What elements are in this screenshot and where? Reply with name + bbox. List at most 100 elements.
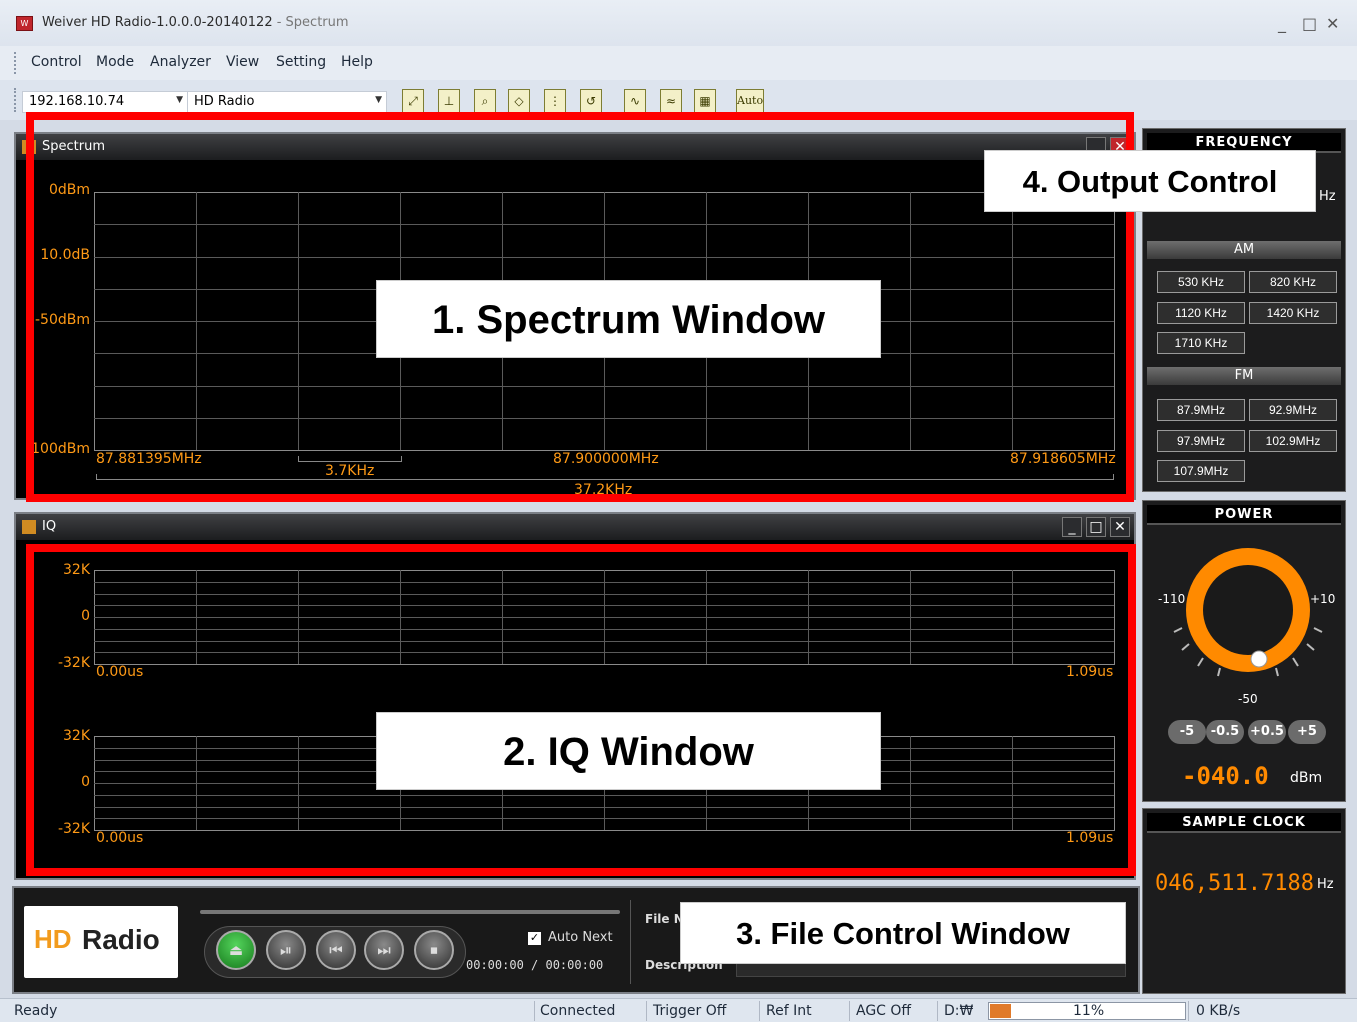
power-unit: dBm xyxy=(1290,770,1323,786)
power-mid: -50 xyxy=(1238,692,1258,706)
knob-handle[interactable] xyxy=(1250,650,1268,668)
grid-icon[interactable]: ▦ xyxy=(694,89,716,113)
step-back-icon[interactable]: ⏮ xyxy=(316,930,356,970)
status-separator xyxy=(849,1001,850,1021)
knob-center xyxy=(1203,565,1293,655)
fm-band-label: FM xyxy=(1147,367,1341,385)
sample-clock-unit: Hz xyxy=(1317,877,1334,892)
maximize-icon[interactable]: □ xyxy=(1086,517,1106,537)
status-separator xyxy=(937,1001,938,1021)
fm-preset-92-9[interactable]: 92.9MHz xyxy=(1249,399,1337,421)
zoom-x-icon[interactable]: ⊥ xyxy=(438,89,460,113)
bars-icon[interactable]: ⋮ xyxy=(544,89,566,113)
disk-progress-text: 11% xyxy=(1073,1003,1105,1019)
step-forward-icon[interactable]: ⏭ xyxy=(364,930,404,970)
menu-setting[interactable]: Setting xyxy=(276,54,326,70)
hd-logo-text: Radio xyxy=(82,924,160,955)
menu-bar: Control Mode Analyzer View Setting Help xyxy=(0,46,1357,80)
status-separator xyxy=(534,1001,535,1021)
sample-clock-header: SAMPLE CLOCK xyxy=(1147,813,1341,833)
power-knob[interactable] xyxy=(1160,540,1336,710)
status-connected: Connected xyxy=(540,1003,616,1019)
menu-analyzer[interactable]: Analyzer xyxy=(150,54,211,70)
menu-view[interactable]: View xyxy=(226,54,259,70)
auto-next-checkbox[interactable]: ✓ xyxy=(528,932,541,945)
maximize-button[interactable]: □ xyxy=(1302,14,1317,33)
am-band-label: AM xyxy=(1147,241,1341,259)
eject-icon[interactable]: ⏏ xyxy=(216,930,256,970)
mode-select[interactable]: HD Radio ▼ xyxy=(187,91,387,113)
knob-tick xyxy=(1217,667,1221,677)
iq-highlight xyxy=(26,544,1136,876)
status-trigger: Trigger Off xyxy=(653,1003,727,1019)
menu-help[interactable]: Help xyxy=(341,54,373,70)
auto-next-label: Auto Next xyxy=(548,930,613,945)
am-preset-530[interactable]: 530 KHz xyxy=(1157,271,1245,293)
iq-title: IQ xyxy=(42,519,57,534)
status-separator xyxy=(646,1001,647,1021)
ip-value: 192.168.10.74 xyxy=(29,94,125,109)
knob-tick xyxy=(1197,657,1204,667)
status-agc: AGC Off xyxy=(856,1003,912,1019)
fm-preset-97-9[interactable]: 97.9MHz xyxy=(1157,430,1245,452)
chevron-down-icon: ▼ xyxy=(375,95,382,105)
knob-tick xyxy=(1306,643,1315,651)
status-separator xyxy=(759,1001,760,1021)
knob-tick xyxy=(1313,627,1323,633)
am-preset-820[interactable]: 820 KHz xyxy=(1249,271,1337,293)
file-name-label: File N xyxy=(645,912,684,926)
fm-preset-87-9[interactable]: 87.9MHz xyxy=(1157,399,1245,421)
iq-header: IQ _ □ ✕ xyxy=(16,514,1134,540)
knob-tick xyxy=(1173,627,1183,633)
undo-icon[interactable]: ↺ xyxy=(580,89,602,113)
hd-radio-logo: HD Radio xyxy=(24,906,178,978)
marker-icon[interactable]: ◇ xyxy=(508,89,530,113)
am-preset-1420[interactable]: 1420 KHz xyxy=(1249,302,1337,324)
am-preset-1710[interactable]: 1710 KHz xyxy=(1157,332,1245,354)
power-value: -040.0 xyxy=(1182,762,1269,790)
play-pause-icon[interactable]: ⏯ xyxy=(266,930,306,970)
zoom-xy-icon[interactable]: ⤢ xyxy=(402,89,424,113)
file-divider xyxy=(630,900,631,984)
knob-tick xyxy=(1275,667,1279,677)
am-preset-1120[interactable]: 1120 KHz xyxy=(1157,302,1245,324)
chevron-down-icon: ▼ xyxy=(176,95,183,105)
menu-grip xyxy=(14,52,17,74)
minimize-icon[interactable]: _ xyxy=(1062,517,1082,537)
fm-preset-102-9[interactable]: 102.9MHz xyxy=(1249,430,1337,452)
status-ref: Ref Int xyxy=(766,1003,812,1019)
auto-button[interactable]: Auto xyxy=(736,89,764,113)
magnifier-icon[interactable]: ⌕ xyxy=(474,89,496,113)
menu-mode[interactable]: Mode xyxy=(96,54,134,70)
window-title: Weiver HD Radio-1.0.0.0-20140122 - Spect… xyxy=(42,15,349,30)
window-title-text: Weiver HD Radio-1.0.0.0-20140122 xyxy=(42,15,273,30)
close-icon[interactable]: ✕ xyxy=(1110,517,1130,537)
power-step-minus-5[interactable]: -5 xyxy=(1168,720,1206,744)
status-bar: Ready Connected Trigger Off Ref Int AGC … xyxy=(0,998,1357,1022)
title-bar: W Weiver HD Radio-1.0.0.0-20140122 - Spe… xyxy=(0,0,1357,46)
spectrum-icon[interactable]: ∿ xyxy=(624,89,646,113)
file-callout: 3. File Control Window xyxy=(680,902,1126,964)
fm-preset-107-9[interactable]: 107.9MHz xyxy=(1157,460,1245,482)
mode-value: HD Radio xyxy=(194,94,255,109)
power-header: POWER xyxy=(1147,505,1341,525)
sample-clock-panel: SAMPLE CLOCK 046,511.7188 Hz xyxy=(1142,808,1346,994)
power-step-plus-5[interactable]: +5 xyxy=(1288,720,1326,744)
menu-control[interactable]: Control xyxy=(31,54,82,70)
power-step-plus-0-5[interactable]: +0.5 xyxy=(1248,720,1286,744)
status-separator xyxy=(1188,1001,1189,1021)
app-icon: W xyxy=(16,16,33,31)
time-display: 00:00:00 / 00:00:00 xyxy=(466,958,604,972)
waterfall-icon[interactable]: ≈ xyxy=(660,89,682,113)
output-callout: 4. Output Control xyxy=(984,150,1316,212)
power-step-minus-0-5[interactable]: -0.5 xyxy=(1206,720,1244,744)
minimize-button[interactable]: _ xyxy=(1278,14,1286,33)
close-button[interactable]: ✕ xyxy=(1326,14,1339,33)
knob-tick xyxy=(1181,643,1190,651)
ip-select[interactable]: 192.168.10.74 ▼ xyxy=(22,91,188,113)
status-rate: 0 KB/s xyxy=(1196,1003,1241,1019)
playback-slider[interactable] xyxy=(200,910,620,914)
stop-icon[interactable]: ⏹ xyxy=(414,930,454,970)
disk-progress-fill xyxy=(990,1004,1011,1018)
frequency-unit: Hz xyxy=(1319,189,1336,204)
